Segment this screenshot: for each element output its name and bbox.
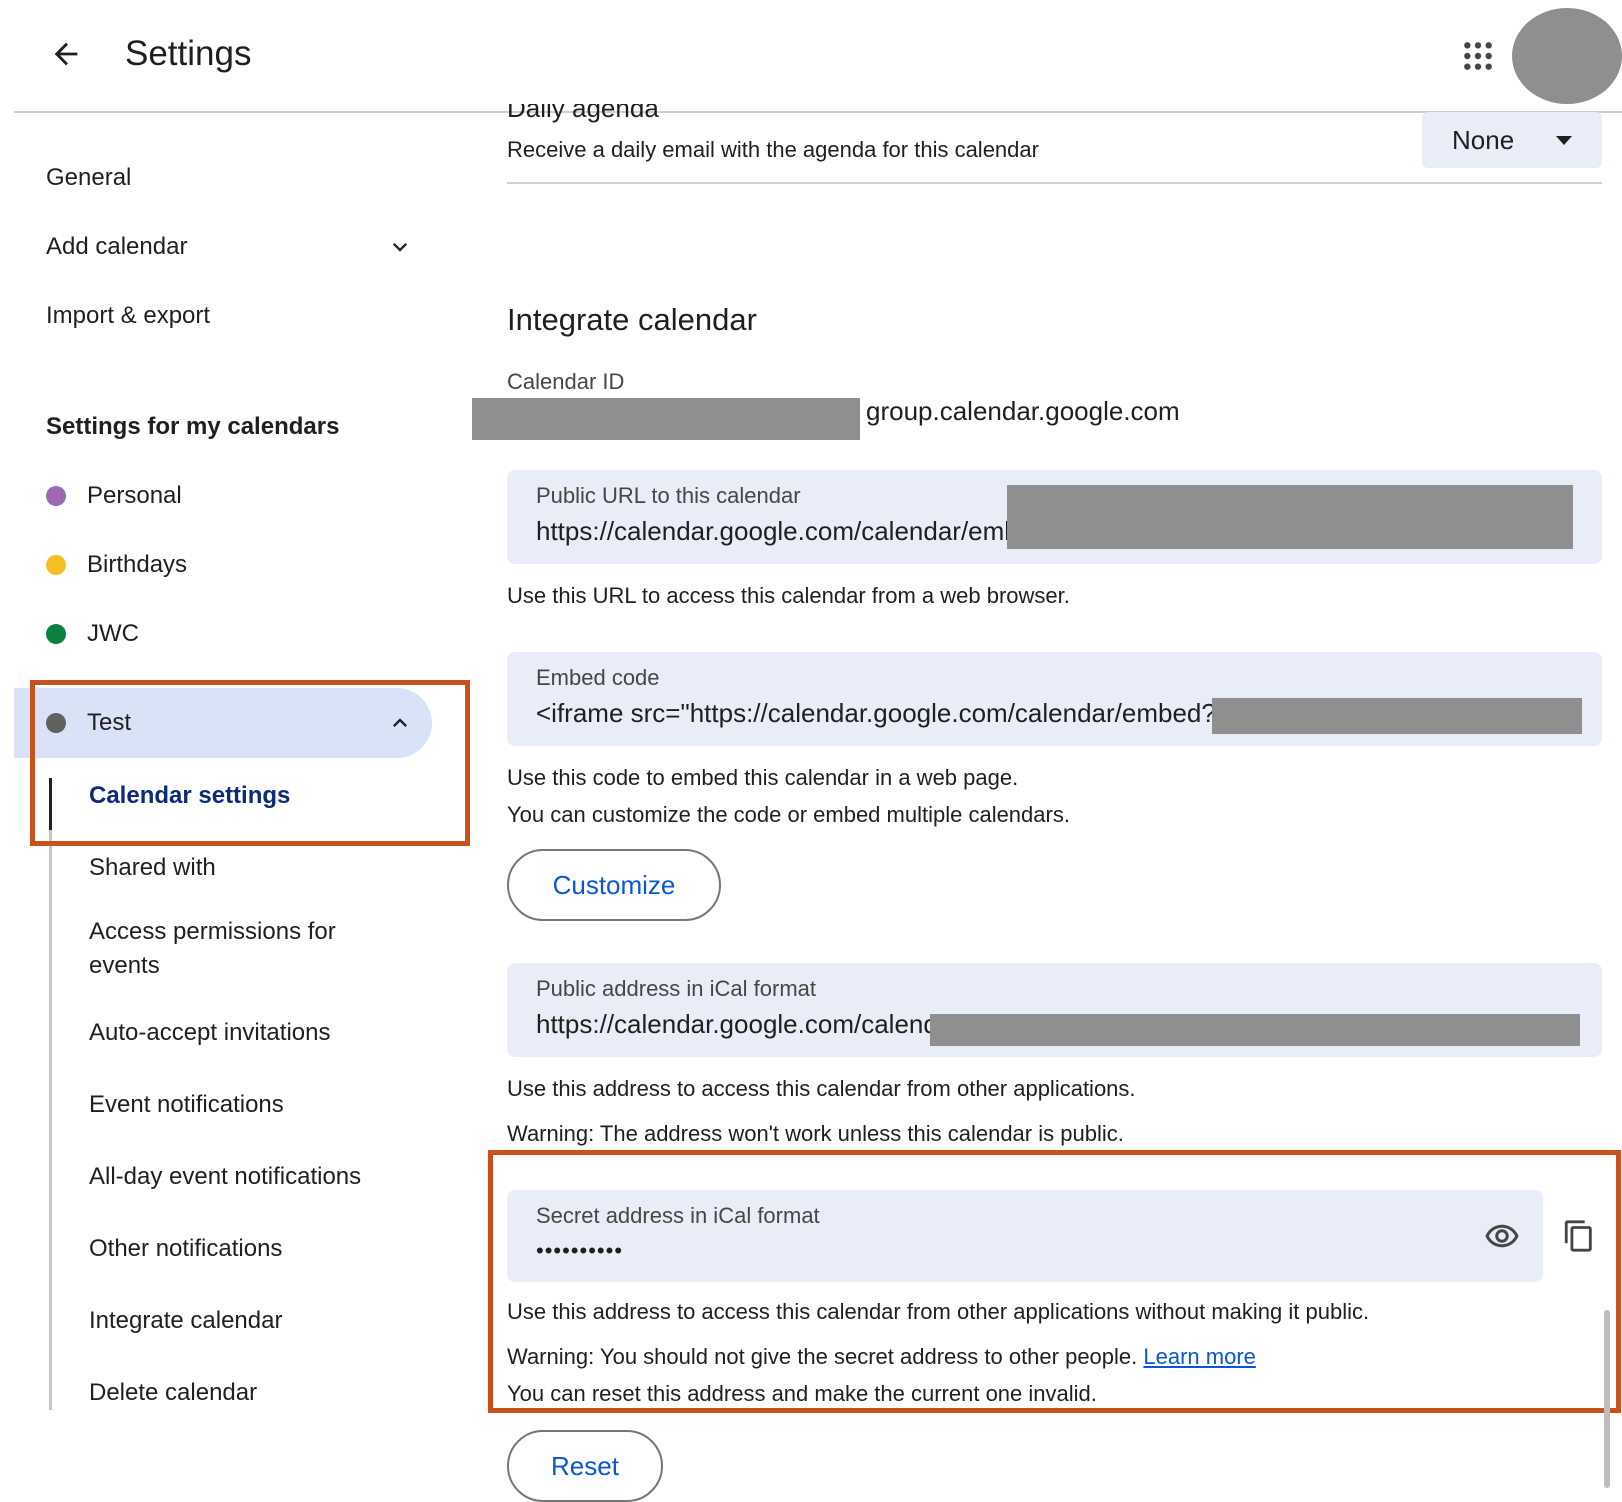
redacted-public-ical: [930, 1014, 1580, 1046]
copy-secret-button[interactable]: [1558, 1215, 1600, 1257]
scrollbar[interactable]: [1604, 1310, 1610, 1488]
eye-icon: [1485, 1224, 1519, 1248]
secret-ical-warning-text: Warning: You should not give the secret …: [507, 1344, 1138, 1369]
sidebar-item-general[interactable]: General: [46, 162, 131, 194]
copy-icon: [1564, 1220, 1592, 1252]
secret-ical-field[interactable]: Secret address in iCal format ••••••••••: [507, 1190, 1543, 1282]
sidebar-item-label: General: [46, 164, 132, 191]
sidebar-item-import-export[interactable]: Import & export: [46, 300, 210, 332]
sidebar-item-label: JWC: [87, 620, 139, 647]
calendar-id-value[interactable]: group.calendar.google.com: [866, 394, 1180, 428]
reset-button[interactable]: Reset: [507, 1430, 663, 1502]
daily-agenda-select[interactable]: None: [1422, 112, 1602, 168]
sidebar-item-all-day-notifications[interactable]: All-day event notifications: [89, 1160, 361, 1194]
public-url-field[interactable]: Public URL to this calendar https://cale…: [507, 470, 1602, 564]
chevron-down-icon: [393, 243, 407, 252]
calendar-id-label: Calendar ID: [507, 369, 625, 394]
calendar-color-dot: [46, 624, 66, 644]
sidebar-item-calendar-settings[interactable]: Calendar settings: [89, 779, 290, 813]
apps-grid-icon: [1464, 42, 1492, 70]
public-ical-value[interactable]: https://calendar.google.com/calend: [536, 1007, 938, 1041]
learn-more-link[interactable]: Learn more: [1143, 1344, 1256, 1369]
embed-code-field[interactable]: Embed code <iframe src="https://calendar…: [507, 652, 1602, 746]
public-ical-help-2: Warning: The address won't work unless t…: [507, 1121, 1124, 1146]
sidebar-item-label: Personal: [87, 482, 182, 509]
secret-ical-value[interactable]: ••••••••••: [536, 1234, 623, 1268]
calendar-color-dot: [46, 486, 66, 506]
sidebar-item-jwc[interactable]: JWC: [46, 618, 139, 650]
sidebar-item-event-notifications[interactable]: Event notifications: [89, 1088, 284, 1122]
sidebar-item-access-permissions[interactable]: Access permissions for events: [89, 915, 389, 983]
redacted-embed-code: [1212, 698, 1582, 734]
embed-code-help-1: Use this code to embed this calendar in …: [507, 765, 1019, 790]
secret-ical-help-2: Warning: You should not give the secret …: [507, 1342, 1256, 1372]
public-url-help: Use this URL to access this calendar fro…: [507, 583, 1070, 608]
public-url-value[interactable]: https://calendar.google.com/calendar/emb: [536, 514, 1019, 548]
secret-ical-label: Secret address in iCal format: [536, 1203, 820, 1228]
sidebar-item-personal[interactable]: Personal: [46, 480, 182, 512]
show-secret-button[interactable]: [1482, 1216, 1522, 1256]
sidebar-item-birthdays[interactable]: Birthdays: [46, 549, 187, 581]
secret-ical-help-1: Use this address to access this calendar…: [507, 1299, 1370, 1324]
apps-button[interactable]: [1458, 36, 1498, 76]
arrow-back-icon: [54, 42, 78, 66]
sidebar-item-auto-accept[interactable]: Auto-accept invitations: [89, 1016, 330, 1050]
section-divider: [507, 182, 1602, 184]
public-ical-label: Public address in iCal format: [536, 976, 817, 1001]
avatar[interactable]: [1512, 8, 1622, 104]
sidebar-item-other-notifications[interactable]: Other notifications: [89, 1232, 282, 1266]
sidebar-item-shared-with[interactable]: Shared with: [89, 851, 216, 885]
sidebar-item-test[interactable]: Test: [46, 707, 416, 739]
embed-code-label: Embed code: [536, 665, 660, 690]
sidebar-item-integrate-calendar[interactable]: Integrate calendar: [89, 1304, 282, 1338]
back-button[interactable]: [44, 32, 88, 76]
embed-code-help-2: You can customize the code or embed mult…: [507, 802, 1070, 827]
section-title-my-calendars: Settings for my calendars: [46, 413, 340, 440]
secret-ical-help-3: You can reset this address and make the …: [507, 1381, 1097, 1406]
redacted-calendar-id: [472, 398, 860, 440]
dropdown-arrow-icon: [1556, 136, 1572, 145]
sub-nav-active-indicator: [49, 778, 52, 830]
calendar-color-dot: [46, 555, 66, 575]
sidebar-item-label: Test: [87, 709, 132, 736]
sub-nav-rail: [49, 778, 52, 1410]
page-title: Settings: [125, 34, 252, 73]
redacted-public-url: [1007, 485, 1573, 549]
daily-agenda-title: Daily agenda: [507, 104, 659, 123]
sidebar-item-delete-calendar[interactable]: Delete calendar: [89, 1376, 257, 1410]
public-ical-help-1: Use this address to access this calendar…: [507, 1076, 1136, 1101]
sidebar-item-label: Birthdays: [87, 551, 188, 578]
section-title-integrate-calendar: Integrate calendar: [507, 302, 757, 337]
sidebar-item-label: Add calendar: [46, 233, 188, 260]
header-divider: [14, 111, 1622, 113]
public-ical-field[interactable]: Public address in iCal format https://ca…: [507, 963, 1602, 1057]
public-url-label: Public URL to this calendar: [536, 483, 801, 508]
customize-button[interactable]: Customize: [507, 849, 721, 921]
sidebar-item-label: Import & export: [46, 302, 211, 329]
calendar-color-dot: [46, 713, 66, 733]
embed-code-value[interactable]: <iframe src="https://calendar.google.com…: [536, 696, 1216, 730]
sidebar-item-add-calendar[interactable]: Add calendar: [46, 231, 416, 263]
daily-agenda-description: Receive a daily email with the agenda fo…: [507, 137, 1039, 162]
chevron-up-icon: [393, 718, 407, 727]
daily-agenda-selected-value: None: [1452, 124, 1515, 155]
